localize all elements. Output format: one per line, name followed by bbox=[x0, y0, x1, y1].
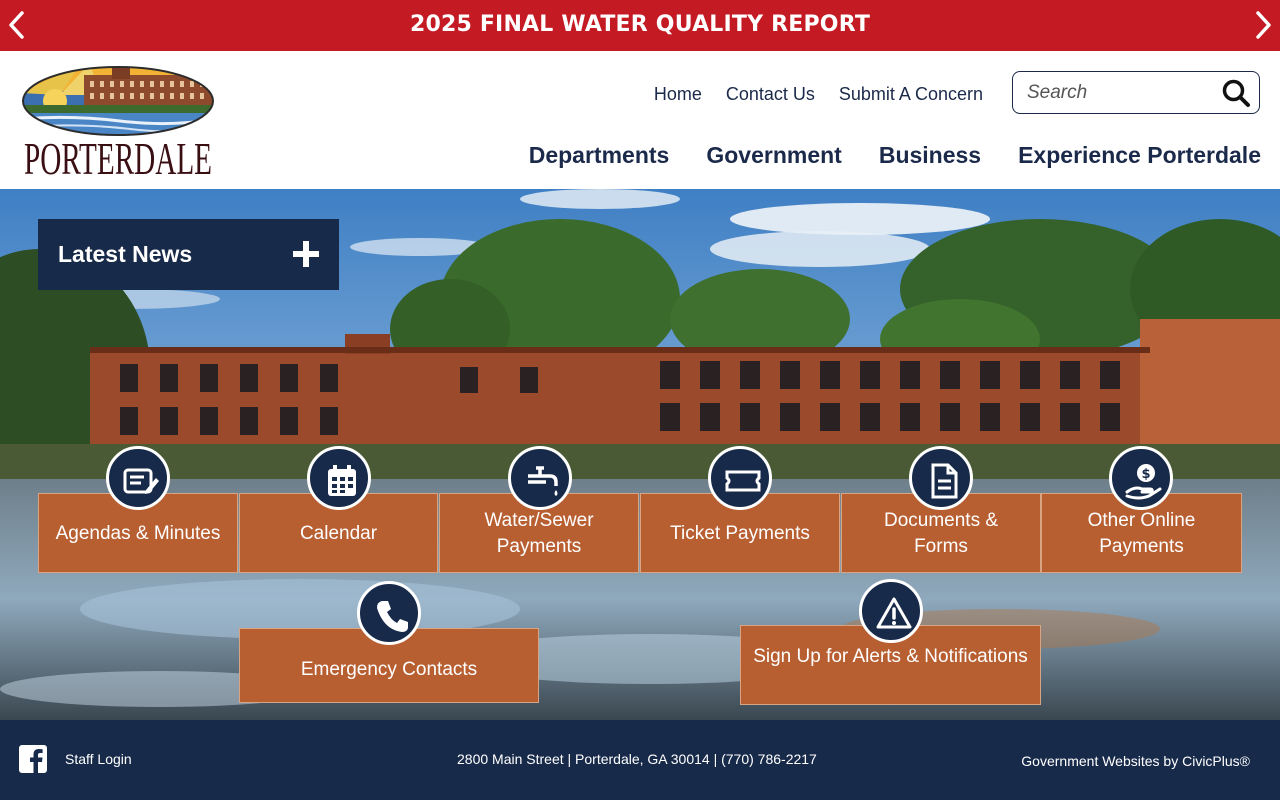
search-input[interactable] bbox=[1027, 80, 1217, 106]
payment-hand-icon[interactable]: $ bbox=[1109, 446, 1173, 510]
quick-link-label: Emergency Contacts bbox=[300, 659, 478, 680]
quick-link-label: Calendar bbox=[299, 523, 378, 544]
search-icon[interactable] bbox=[1221, 78, 1251, 108]
facebook-icon[interactable] bbox=[19, 745, 47, 773]
site-footer: Staff Login 2800 Main Street | Porterdal… bbox=[0, 720, 1280, 800]
main-nav: Departments Government Business Experien… bbox=[529, 142, 1261, 169]
plus-icon bbox=[293, 241, 319, 267]
main-nav-government[interactable]: Government bbox=[706, 142, 841, 169]
search-box bbox=[1012, 71, 1260, 114]
main-nav-departments[interactable]: Departments bbox=[529, 142, 670, 169]
phone-icon[interactable] bbox=[357, 581, 421, 645]
quick-link-label: Other Online Payments bbox=[1087, 510, 1196, 557]
quick-link-label: Ticket Payments bbox=[670, 523, 810, 544]
util-nav-contact-us[interactable]: Contact Us bbox=[726, 84, 815, 105]
quick-link-label: Water/Sewer Payments bbox=[484, 510, 594, 557]
quick-link-label: Documents & Forms bbox=[883, 510, 999, 557]
water-faucet-icon[interactable] bbox=[508, 446, 572, 510]
latest-news-toggle[interactable]: Latest News bbox=[38, 219, 339, 290]
chevron-right-icon[interactable] bbox=[1252, 9, 1274, 41]
main-nav-experience-porterdale[interactable]: Experience Porterdale bbox=[1018, 142, 1261, 169]
hero-banner: Latest News Agendas & Minutes Calendar W… bbox=[0, 189, 1280, 720]
calendar-icon[interactable] bbox=[307, 446, 371, 510]
latest-news-label: Latest News bbox=[58, 241, 193, 267]
utility-nav: Home Contact Us Submit A Concern bbox=[654, 84, 983, 105]
logo-text: PORTERDALE bbox=[24, 133, 212, 181]
document-icon[interactable] bbox=[909, 446, 973, 510]
util-nav-submit-concern[interactable]: Submit A Concern bbox=[839, 84, 983, 105]
alert-banner: 2025 FINAL WATER QUALITY REPORT bbox=[0, 0, 1280, 51]
quick-link-label: Sign Up for Alerts & Notifications bbox=[753, 646, 1028, 667]
porterdale-logo[interactable]: PORTERDALE bbox=[20, 61, 216, 181]
footer-address: 2800 Main Street | Porterdale, GA 30014 … bbox=[457, 751, 817, 767]
civicplus-credit-link[interactable]: Government Websites by CivicPlus® bbox=[1021, 753, 1250, 769]
site-header: PORTERDALE Home Contact Us Submit A Conc… bbox=[0, 51, 1280, 189]
alert-triangle-icon[interactable] bbox=[859, 579, 923, 643]
ticket-icon[interactable] bbox=[708, 446, 772, 510]
agenda-icon[interactable] bbox=[106, 446, 170, 510]
alert-title-link[interactable]: 2025 FINAL WATER QUALITY REPORT bbox=[0, 12, 1280, 37]
staff-login-link[interactable]: Staff Login bbox=[65, 751, 132, 767]
quick-link-label: Agendas & Minutes bbox=[55, 523, 221, 544]
util-nav-home[interactable]: Home bbox=[654, 84, 702, 105]
main-nav-business[interactable]: Business bbox=[879, 142, 981, 169]
svg-text:$: $ bbox=[1141, 467, 1150, 482]
